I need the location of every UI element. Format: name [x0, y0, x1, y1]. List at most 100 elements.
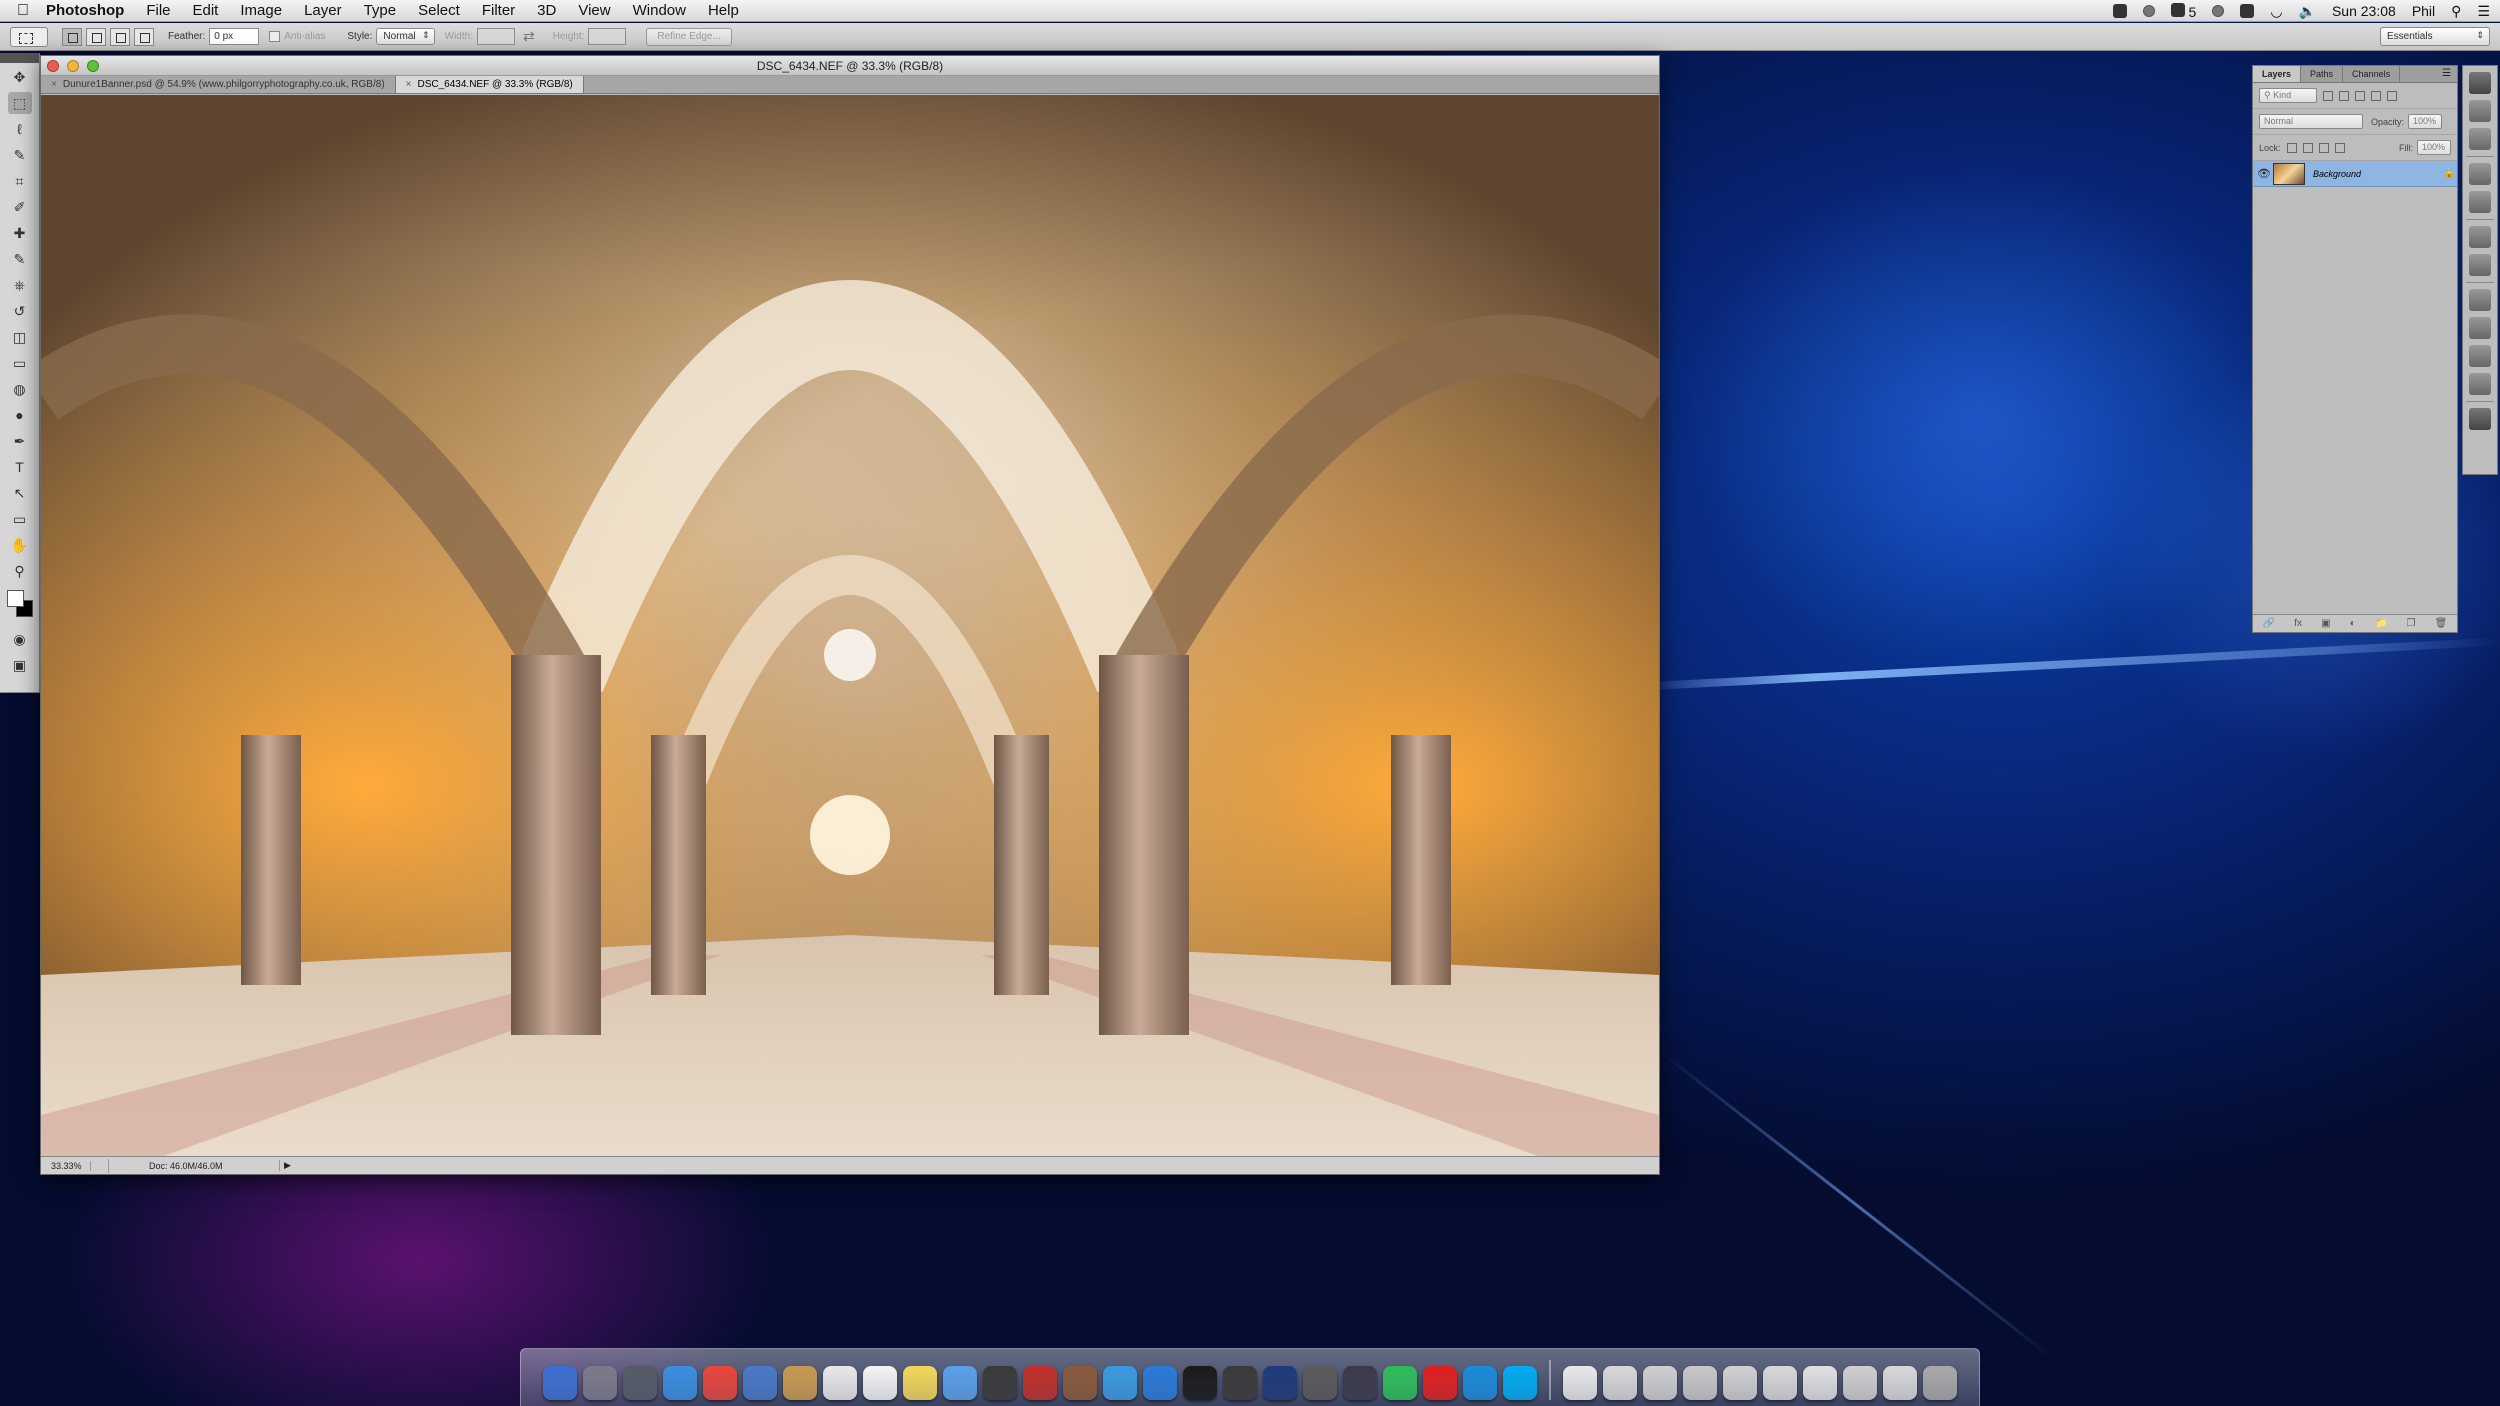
eyedropper-tool[interactable]: ✐ — [8, 196, 32, 218]
dock-app-icon[interactable] — [1103, 1366, 1137, 1400]
tab-channels[interactable]: Channels — [2343, 66, 2401, 82]
opacity-input[interactable]: 100% — [2408, 114, 2443, 129]
fill-input[interactable]: 100% — [2417, 140, 2451, 155]
color-panel-icon[interactable] — [2469, 128, 2491, 150]
dropbox-icon[interactable] — [2112, 4, 2127, 18]
intersect-selection-button[interactable] — [134, 27, 154, 46]
notifications-count[interactable]: 5 — [2170, 2, 2196, 20]
character-panel-icon[interactable] — [2469, 345, 2491, 367]
menu-file[interactable]: File — [146, 2, 170, 19]
tab-layers[interactable]: Layers — [2253, 66, 2302, 82]
workspace-switcher[interactable]: Essentials — [2380, 27, 2490, 46]
brush-panel-icon[interactable] — [2469, 191, 2491, 213]
status-preview-icon[interactable] — [91, 1158, 109, 1173]
dock-app-icon[interactable] — [1463, 1366, 1497, 1400]
dock-app-icon[interactable] — [1343, 1366, 1377, 1400]
dock-app-icon[interactable] — [1503, 1366, 1537, 1400]
tool-preset-picker[interactable] — [10, 26, 48, 47]
clock[interactable]: Sun 23:08 — [2332, 3, 2396, 19]
dock-app-icon[interactable] — [1423, 1366, 1457, 1400]
dock-app-icon[interactable] — [1063, 1366, 1097, 1400]
minimize-window-button[interactable] — [67, 60, 79, 72]
visibility-eye-icon[interactable]: 👁 — [2257, 167, 2273, 180]
dock-app-icon[interactable] — [903, 1366, 937, 1400]
menu-layer[interactable]: Layer — [304, 2, 342, 19]
menu-image[interactable]: Image — [240, 2, 282, 19]
mask-icon[interactable]: ▣ — [2321, 618, 2330, 629]
width-input[interactable] — [476, 28, 515, 45]
notification-center-icon[interactable]: ☰ — [2477, 3, 2490, 20]
height-input[interactable] — [588, 28, 627, 45]
rectangle-tool[interactable]: ▭ — [8, 508, 32, 530]
marquee-tool[interactable]: ⬚ — [7, 92, 32, 114]
eraser-tool[interactable]: ◫ — [8, 326, 32, 348]
dock-app-icon[interactable] — [1643, 1366, 1677, 1400]
lock-transparency-icon[interactable] — [2286, 142, 2297, 153]
lasso-tool[interactable]: ℓ — [8, 118, 32, 140]
blur-tool[interactable]: ◍ — [8, 378, 32, 400]
menu-view[interactable]: View — [578, 2, 610, 19]
link-icon[interactable]: 🔗 — [2263, 618, 2275, 629]
apple-menu-icon[interactable]:  — [0, 2, 46, 20]
history-panel-icon[interactable] — [2469, 100, 2491, 122]
dock-app-icon[interactable] — [1563, 1366, 1597, 1400]
menu-help[interactable]: Help — [708, 2, 739, 19]
history-brush-tool[interactable]: ↺ — [8, 300, 32, 322]
dock-app-icon[interactable] — [983, 1366, 1017, 1400]
lock-pixels-icon[interactable] — [2302, 142, 2313, 153]
close-tab-icon[interactable]: × — [51, 79, 57, 93]
time-machine-icon[interactable] — [2212, 5, 2225, 17]
path-selection-tool[interactable]: ↖ — [8, 482, 32, 504]
spot-healing-tool[interactable]: ✚ — [8, 222, 32, 244]
swatches-panel-icon[interactable] — [2469, 163, 2491, 185]
dock-app-icon[interactable] — [783, 1366, 817, 1400]
wifi-icon[interactable]: ◡ — [2270, 3, 2282, 20]
dock-app-icon[interactable] — [1723, 1366, 1757, 1400]
quick-selection-tool[interactable]: ✎ — [8, 144, 32, 166]
kind-filter-select[interactable]: ⚲ Kind — [2259, 88, 2317, 103]
close-window-button[interactable] — [47, 60, 59, 72]
tab-dsc-6434[interactable]: × DSC_6434.NEF @ 33.3% (RGB/8) — [395, 76, 584, 93]
dock-app-icon[interactable] — [583, 1366, 617, 1400]
new-selection-button[interactable] — [62, 27, 82, 46]
creative-cloud-icon[interactable] — [2142, 5, 2155, 17]
dock-app-icon[interactable] — [1883, 1366, 1917, 1400]
menu-edit[interactable]: Edit — [193, 2, 219, 19]
screen-mode-icon[interactable]: ▣ — [8, 654, 32, 676]
document-titlebar[interactable]: DSC_6434.NEF @ 33.3% (RGB/8) — [41, 56, 1659, 76]
bluetooth-icon[interactable] — [2240, 4, 2255, 18]
lock-position-icon[interactable] — [2318, 142, 2329, 153]
status-menu-arrow-icon[interactable]: ▶ — [279, 1160, 291, 1171]
paragraph-panel-icon[interactable] — [2469, 373, 2491, 395]
trash-icon[interactable]: 🗑 — [2435, 618, 2448, 629]
dock-app-icon[interactable] — [1223, 1366, 1257, 1400]
antialias-checkbox[interactable] — [269, 31, 281, 42]
close-tab-icon[interactable]: × — [406, 79, 412, 93]
document-canvas[interactable] — [41, 95, 1659, 1157]
layer-name[interactable]: Background — [2313, 169, 2443, 179]
dock-app-icon[interactable] — [543, 1366, 577, 1400]
tab-paths[interactable]: Paths — [2301, 66, 2344, 82]
dock-app-icon[interactable] — [1843, 1366, 1877, 1400]
crop-tool[interactable]: ⌗ — [8, 170, 32, 192]
hand-tool[interactable]: ✋ — [8, 534, 32, 556]
adjustments-panel-icon[interactable] — [2469, 289, 2491, 311]
dock-app-icon[interactable] — [623, 1366, 657, 1400]
foreground-color-swatch[interactable] — [6, 590, 24, 607]
zoom-level[interactable]: 33.33% — [41, 1160, 91, 1171]
dock-app-icon[interactable] — [1603, 1366, 1637, 1400]
swap-dimensions-icon[interactable]: ⇄ — [523, 28, 535, 45]
properties-panel-icon[interactable] — [2469, 408, 2491, 430]
tab-dunure-banner[interactable]: × Dunure1Banner.psd @ 54.9% (www.philgorr… — [41, 76, 396, 93]
dock-app-icon[interactable] — [1023, 1366, 1057, 1400]
trash-dock-icon[interactable] — [1923, 1366, 1957, 1400]
style-select[interactable]: Normal — [376, 28, 435, 45]
new-layer-icon[interactable]: ❐ — [2407, 618, 2416, 629]
menu-filter[interactable]: Filter — [482, 2, 515, 19]
dock-app-icon[interactable] — [1143, 1366, 1177, 1400]
fx-icon[interactable]: fx — [2294, 618, 2302, 629]
zoom-window-button[interactable] — [87, 60, 99, 72]
dock-app-icon[interactable] — [1303, 1366, 1337, 1400]
menu-app-name[interactable]: Photoshop — [46, 2, 124, 19]
subtract-selection-button[interactable] — [110, 27, 130, 46]
